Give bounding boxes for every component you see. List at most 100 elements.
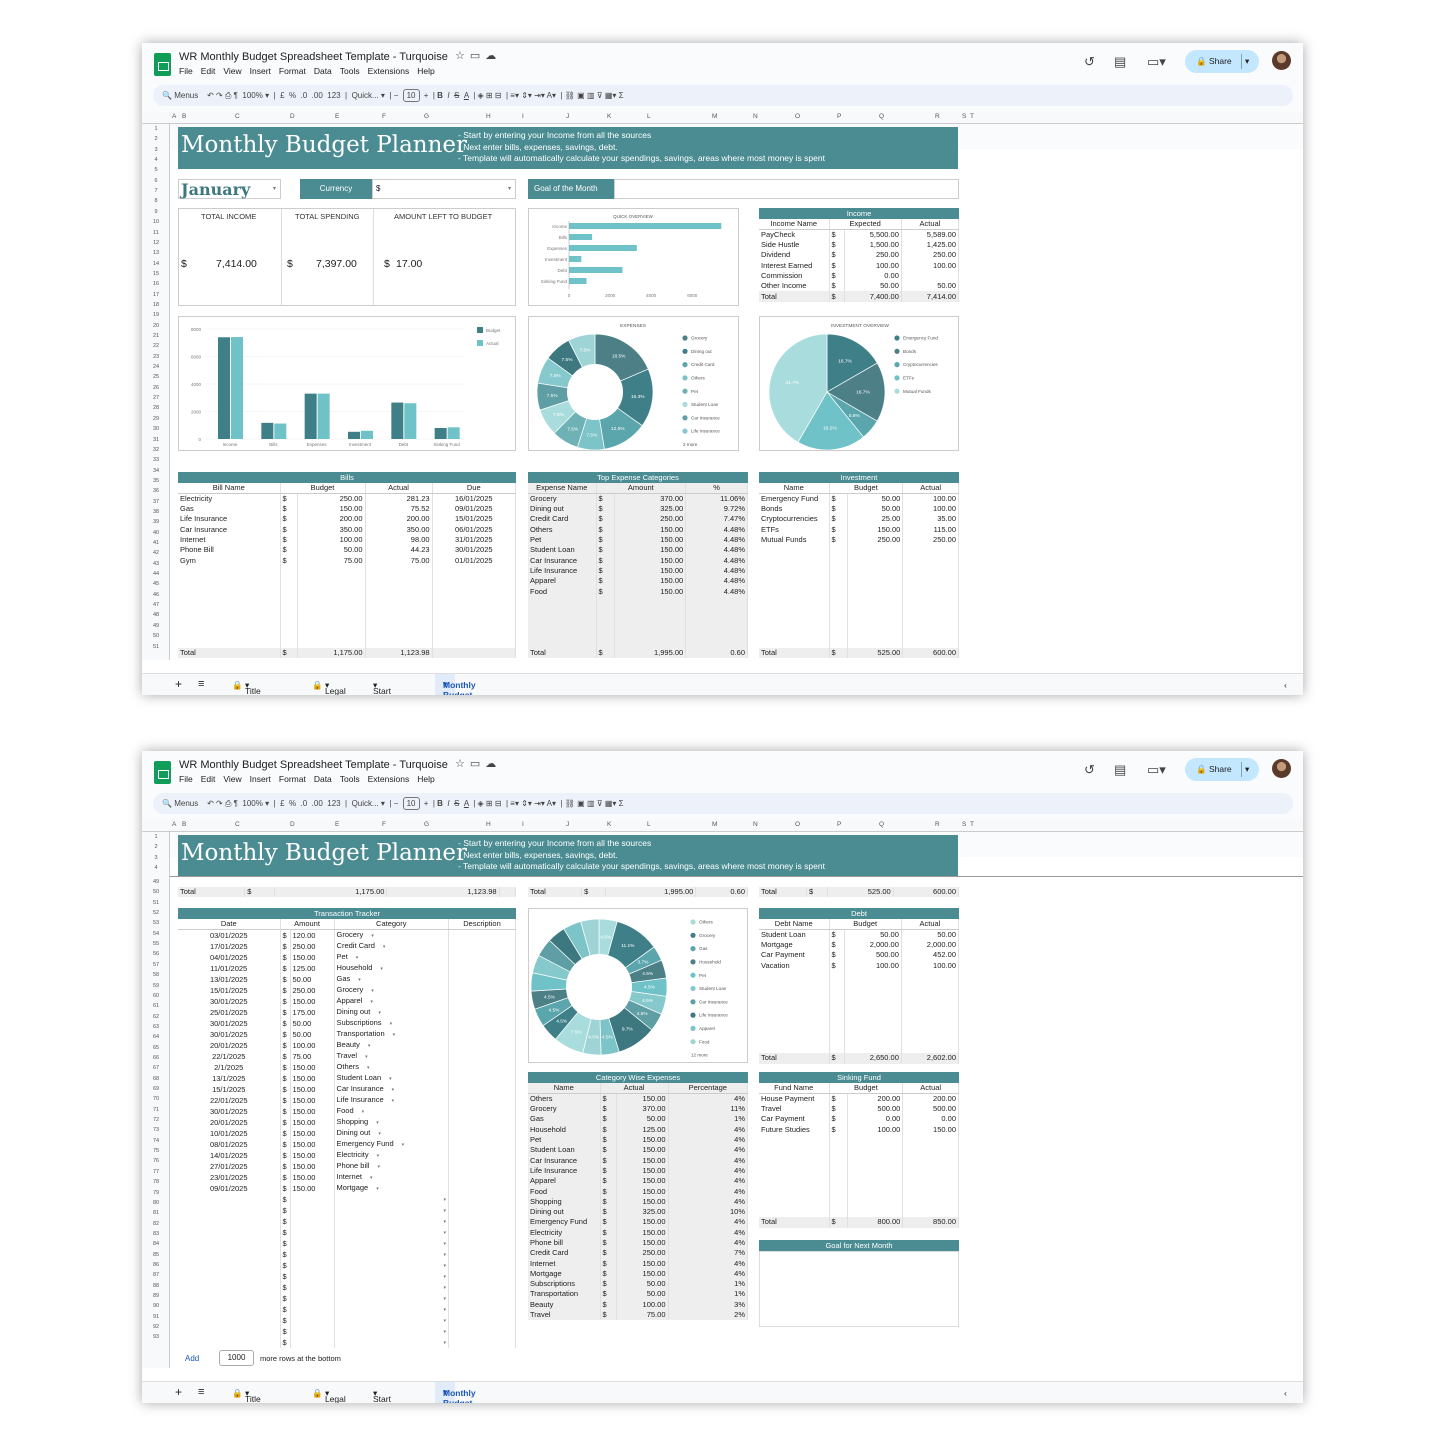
row-header[interactable]: 45 [142, 581, 170, 587]
table-cell[interactable]: 50.00 [616, 1289, 669, 1300]
chevron-down-icon[interactable]: ▾ [435, 1219, 446, 1225]
table-cell[interactable] [759, 1186, 830, 1197]
row-header[interactable]: 80 [142, 1200, 170, 1206]
table-cell[interactable]: 250.00 [616, 1248, 669, 1259]
menu-file[interactable]: File [179, 66, 193, 76]
tab-legal[interactable]: 🔒 Legal ▾ [312, 680, 346, 695]
table-cell[interactable]: 2,650.00 [844, 1053, 902, 1064]
table-cell[interactable] [829, 1196, 848, 1207]
table-cell[interactable] [829, 1155, 848, 1166]
table-cell[interactable] [448, 1216, 517, 1227]
table-cell[interactable] [178, 565, 281, 577]
functions-icon[interactable]: Σ [619, 91, 624, 100]
table-cell[interactable] [448, 952, 517, 963]
row-header[interactable]: 64 [142, 1034, 170, 1040]
row-header[interactable]: 91 [142, 1314, 170, 1320]
table-cell[interactable]: 4% [668, 1093, 748, 1104]
table-cell[interactable]: $ [829, 1217, 848, 1228]
table-cell[interactable] [847, 617, 904, 628]
menu-data[interactable]: Data [314, 774, 332, 784]
table-cell[interactable]: 0.00 [902, 1114, 959, 1125]
table-cell[interactable]: Name [759, 483, 830, 494]
table-cell[interactable]: 4% [668, 1217, 748, 1228]
column-header[interactable]: J [566, 113, 569, 120]
column-header[interactable]: D [290, 821, 295, 828]
chevron-down-icon[interactable]: ▾ [368, 1186, 379, 1192]
table-cell[interactable] [448, 1139, 517, 1150]
chevron-down-icon[interactable]: ▾ [381, 1076, 392, 1082]
table-cell[interactable]: 4.48% [685, 565, 748, 577]
table-cell[interactable]: $ [596, 493, 616, 504]
table-cell[interactable]: 04/01/2025 [178, 952, 281, 963]
column-header[interactable]: S [962, 113, 966, 120]
table-cell[interactable]: Percentage [668, 1083, 748, 1094]
table-cell[interactable]: $ [829, 514, 848, 525]
row-header[interactable]: 49 [142, 879, 170, 885]
table-cell[interactable]: $ [600, 1124, 618, 1135]
table-cell[interactable]: Car Insurance [528, 1155, 601, 1166]
table-cell[interactable]: 13/1/2025 [178, 1073, 281, 1084]
table-cell[interactable]: 1% [668, 1289, 748, 1300]
row-header[interactable]: 21 [142, 333, 170, 339]
table-cell[interactable] [829, 565, 848, 577]
table-cell[interactable] [685, 627, 748, 638]
table-cell[interactable] [844, 981, 902, 992]
table-cell[interactable]: Pet ▾ [334, 952, 449, 963]
table-cell[interactable]: 75.00 [290, 1051, 335, 1062]
fill-color-icon[interactable]: ◈ [478, 91, 484, 100]
row-header[interactable]: 44 [142, 571, 170, 577]
table-cell[interactable] [829, 1134, 848, 1146]
menu-extensions[interactable]: Extensions [368, 66, 410, 76]
table-cell[interactable]: 11% [668, 1104, 748, 1115]
table-cell[interactable]: Total [528, 648, 597, 659]
print-icon[interactable]: ⎙ [225, 799, 231, 808]
table-cell[interactable]: $ [581, 887, 607, 898]
table-cell[interactable]: Electricity ▾ [334, 1150, 449, 1161]
table-cell[interactable] [685, 596, 748, 607]
table-cell[interactable]: $ [600, 1206, 618, 1218]
table-cell[interactable]: $ [280, 929, 291, 941]
row-header[interactable]: 92 [142, 1324, 170, 1330]
table-cell[interactable]: Amount [596, 483, 687, 494]
table-cell[interactable] [847, 606, 904, 618]
table-cell[interactable]: 16/01/2025 [432, 493, 517, 504]
table-cell[interactable]: $ [596, 576, 616, 587]
table-cell[interactable]: $ [600, 1104, 618, 1115]
table-cell[interactable]: Gas ▾ [334, 974, 449, 985]
table-cell[interactable] [829, 1145, 848, 1156]
table-cell[interactable] [901, 1012, 960, 1023]
chevron-down-icon[interactable]: ▾ [375, 944, 386, 950]
table-cell[interactable] [290, 1216, 335, 1227]
table-cell[interactable]: 1,175.00 [297, 648, 366, 659]
row-header[interactable]: 88 [142, 1283, 170, 1289]
chevron-down-icon[interactable]: ▾ [360, 1043, 371, 1049]
table-cell[interactable] [614, 637, 687, 649]
row-header[interactable]: 57 [142, 962, 170, 968]
table-cell[interactable] [528, 617, 597, 628]
table-cell[interactable] [847, 1186, 904, 1197]
table-cell[interactable]: 25/01/2025 [178, 1007, 281, 1018]
table-cell[interactable]: Life Insurance ▾ [334, 1095, 449, 1106]
table-cell[interactable]: PayCheck [759, 229, 830, 240]
row-header[interactable]: 69 [142, 1086, 170, 1092]
search-icon[interactable]: 🔍 [162, 91, 172, 100]
table-cell[interactable]: 4.48% [685, 524, 748, 535]
table-cell[interactable]: Travel ▾ [334, 1051, 449, 1062]
strike-icon[interactable]: S [454, 799, 459, 808]
column-header[interactable]: S [962, 821, 966, 828]
table-cell[interactable]: Credit Card [528, 1248, 601, 1259]
table-cell[interactable] [685, 606, 748, 618]
table-cell[interactable]: $ [600, 1237, 618, 1249]
table-cell[interactable]: 150.00 [614, 524, 687, 535]
table-cell[interactable]: 850.00 [902, 1217, 959, 1228]
budget-vs-actual-chart[interactable]: 0 2000 4000 6000 8000 Income Bills Expenses Inve… [178, 316, 516, 451]
table-cell[interactable]: Car Payment [759, 950, 830, 961]
table-cell[interactable]: 75.00 [297, 555, 366, 566]
table-cell[interactable]: 0.00 [847, 1114, 904, 1125]
table-cell[interactable]: Future Studies [759, 1124, 830, 1135]
chevron-down-icon[interactable]: ▾ [435, 1197, 446, 1203]
table-cell[interactable]: Car Insurance ▾ [334, 1084, 449, 1095]
table-cell[interactable]: $ [280, 1304, 291, 1315]
column-header[interactable]: Q [879, 821, 884, 828]
table-cell[interactable]: 1,500.00 [844, 240, 902, 251]
